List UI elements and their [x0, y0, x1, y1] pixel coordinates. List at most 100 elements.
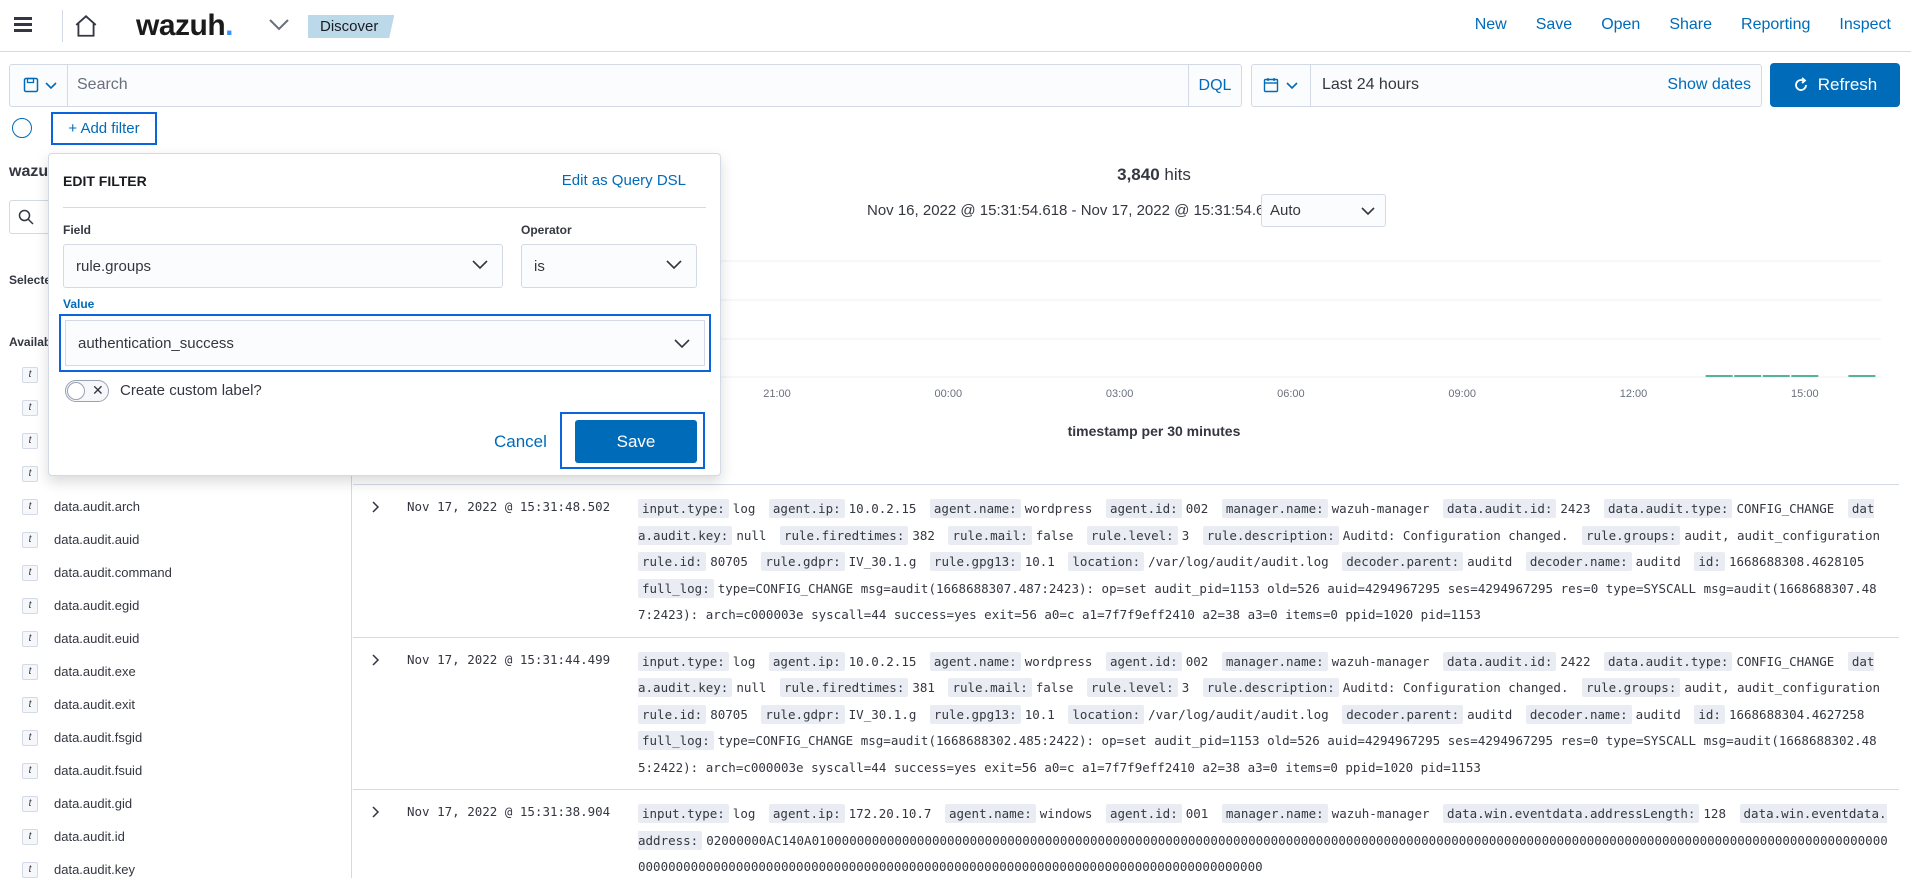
custom-label-text: Create custom label? [120, 382, 262, 399]
cancel-button[interactable]: Cancel [494, 432, 547, 452]
field-item[interactable]: t data.audit.exit [22, 688, 172, 721]
doc-field: full_log: type=CONFIG_CHANGE msg=audit(16… [638, 578, 1877, 622]
doc-field-key: decoder.name: [1525, 704, 1632, 724]
interval-select[interactable]: Auto [1261, 194, 1386, 227]
search-input[interactable]: Search [77, 76, 128, 94]
doc-field-value: Auditd: Configuration changed. [1342, 527, 1569, 543]
doc-field: location:/var/log/audit/audit.log [1068, 704, 1329, 724]
histogram-bar[interactable] [1734, 375, 1762, 377]
field-item[interactable]: t data.audit.arch [22, 490, 172, 523]
search-icon [18, 209, 34, 225]
doc-field-value: 80705 [710, 554, 748, 569]
field-name: data.audit.key [54, 862, 135, 877]
quick-menu-button[interactable] [1252, 65, 1311, 106]
doc-field: data.audit.id: 2423 [1443, 499, 1591, 518]
field-item[interactable]: t data.audit.fsgid [22, 721, 172, 754]
doc-field-value: 3 [1181, 680, 1190, 695]
show-dates-link[interactable]: Show dates [1667, 76, 1751, 94]
doc-field: rule.gdpr: IV_30.1.g [761, 552, 916, 571]
doc-field: agent.ip: 10.0.2.15 [768, 651, 916, 671]
expand-chevron-icon[interactable] [369, 501, 381, 513]
x-tick-label: 12:00 [1620, 388, 1648, 400]
field-item[interactable]: t data.audit.key [22, 853, 172, 886]
x-tick-label: 15:00 [1791, 388, 1819, 400]
doc-field-key: rule.mail: [948, 678, 1032, 697]
add-filter-button[interactable]: + Add filter [51, 112, 157, 145]
inspect-button[interactable]: Inspect [1839, 16, 1891, 34]
doc-field-value: 2422 [1560, 653, 1591, 669]
filter-options-icon[interactable] [12, 118, 32, 138]
chevron-down-icon [45, 82, 57, 90]
doc-field-key: agent.ip: [768, 804, 845, 823]
field-select[interactable]: rule.groups [63, 244, 503, 288]
save-filter-button[interactable]: Save [575, 420, 697, 463]
doc-field-key: rule.groups: [1582, 678, 1681, 697]
doc-field-value: 02000000AC140A01000000000000000000000000… [638, 832, 1888, 875]
field-name: data.audit.auid [54, 532, 140, 547]
expand-chevron-icon[interactable] [369, 653, 381, 666]
home-button[interactable] [62, 10, 106, 42]
field-item[interactable]: t data.audit.euid [22, 622, 172, 655]
histogram-bar[interactable] [1791, 375, 1819, 377]
histogram-bar[interactable] [1705, 375, 1733, 377]
field-item[interactable]: t data.audit.command [22, 556, 172, 589]
doc-field-key: rule.firedtimes: [779, 678, 909, 697]
field-item[interactable]: t data.audit.id [22, 820, 172, 853]
doc-field-value: wordpress [1024, 653, 1093, 669]
string-type-icon: t [22, 828, 38, 845]
histogram-bar[interactable] [1848, 375, 1876, 377]
field-item[interactable]: t data.audit.fsuid [22, 754, 172, 787]
field-select-value: rule.groups [76, 258, 152, 275]
field-item[interactable]: t data.audit.gid [22, 787, 172, 820]
available-fields-heading: Availab [9, 335, 52, 349]
doc-field-value: 2423 [1560, 501, 1591, 516]
hits-count: 3,840 [1117, 165, 1160, 184]
doc-field-key: data.audit.id: [1443, 499, 1557, 518]
save-search-button[interactable]: Save [1536, 16, 1572, 34]
doc-field-value: false [1035, 527, 1074, 543]
open-button[interactable]: Open [1601, 16, 1640, 34]
field-name: data.audit.arch [54, 499, 141, 514]
value-select-value: authentication_success [78, 335, 234, 352]
breadcrumb-discover[interactable]: Discover [308, 15, 395, 38]
field-item[interactable]: t data.audit.egid [22, 589, 172, 622]
histogram-bar[interactable] [1762, 375, 1790, 377]
time-range[interactable]: Last 24 hours [1322, 76, 1419, 94]
doc-field: rule.groups: audit, audit_configuration [1582, 678, 1880, 697]
string-type-icon: t [22, 762, 38, 779]
save-highlight: Save [560, 412, 705, 469]
wazuh-logo[interactable]: wazuh. [136, 9, 234, 43]
refresh-button[interactable]: Refresh [1770, 63, 1900, 107]
share-button[interactable]: Share [1669, 16, 1712, 34]
doc-field: rule.gpg13: 10.1 [929, 552, 1055, 571]
menu-icon[interactable] [14, 14, 38, 38]
doc-field-value: log [732, 806, 756, 821]
doc-field: agent.name: wordpress [929, 499, 1092, 518]
doc-field-value: 381 [912, 680, 935, 695]
index-pattern-label[interactable]: wazu [9, 163, 48, 181]
doc-field-value: audit, audit_configuration [1684, 527, 1881, 543]
doc-field-value: CONFIG_CHANGE [1736, 501, 1835, 516]
doc-field-key: data.win.eventdata.addressLength: [1443, 804, 1700, 823]
doc-field-key: data.audit.id: [1443, 651, 1557, 671]
doc-field: input.type: log [638, 499, 755, 518]
doc-field-value: auditd [1635, 706, 1681, 722]
edit-as-dsl-link[interactable]: Edit as Query DSL [562, 172, 686, 189]
saved-queries-button[interactable] [10, 65, 68, 106]
custom-label-toggle[interactable]: ✕ [65, 380, 109, 402]
doc-field-key: rule.firedtimes: [779, 525, 909, 545]
expand-chevron-icon[interactable] [369, 806, 381, 818]
doc-field-value: wazuh-manager [1331, 806, 1430, 821]
field-item[interactable]: t data.audit.auid [22, 523, 172, 556]
chevron-down-icon[interactable] [268, 18, 290, 32]
operator-select[interactable]: is [521, 244, 697, 288]
value-label: Value [63, 297, 95, 311]
doc-field: data.audit.id: 2422 [1443, 651, 1591, 671]
doc-field-value: 10.1 [1024, 706, 1055, 722]
value-select[interactable]: authentication_success [65, 320, 705, 366]
reporting-button[interactable]: Reporting [1741, 16, 1810, 34]
query-language-button[interactable]: DQL [1188, 65, 1241, 106]
edit-filter-popover: EDIT FILTER Edit as Query DSL Field rule… [48, 153, 721, 476]
new-button[interactable]: New [1475, 16, 1507, 34]
field-item[interactable]: t data.audit.exe [22, 655, 172, 688]
